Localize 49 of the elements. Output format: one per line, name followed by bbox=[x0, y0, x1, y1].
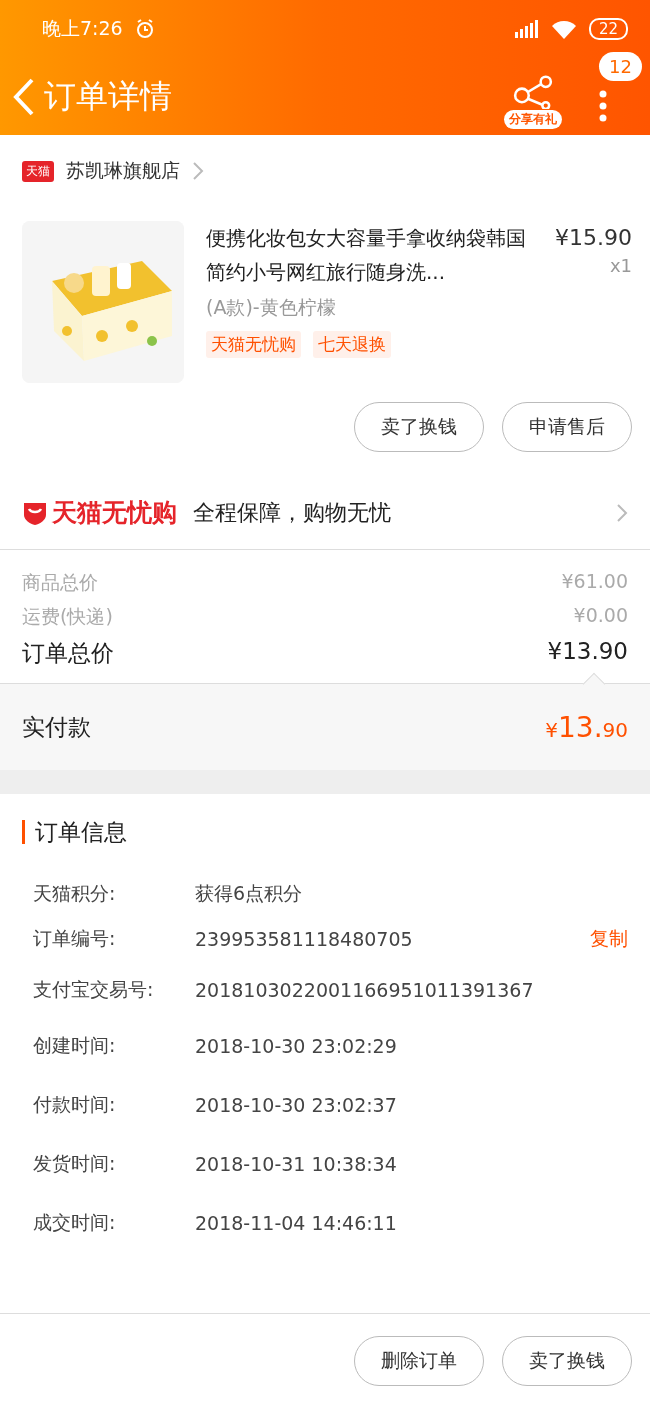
action-button[interactable]: 申请售后 bbox=[502, 402, 632, 452]
guarantee-brand: 天猫无忧购 bbox=[52, 497, 177, 529]
notification-badge: 12 bbox=[599, 52, 642, 81]
product-price: ¥15.90 bbox=[555, 224, 632, 252]
action-button[interactable]: 卖了换钱 bbox=[354, 402, 484, 452]
price-label: 商品总价 bbox=[22, 570, 98, 595]
product-title[interactable]: 便携化妆包女大容量手拿收纳袋韩国简约小号网红旅行随身洗... bbox=[206, 221, 545, 289]
section-title: 订单信息 bbox=[22, 820, 628, 844]
more-icon[interactable] bbox=[598, 88, 608, 123]
info-value: 2018-10-30 23:02:29 bbox=[195, 1034, 398, 1057]
info-label: 成交时间: bbox=[33, 1209, 117, 1235]
price-value: ¥0.00 bbox=[573, 604, 628, 628]
paid-label: 实付款 bbox=[22, 712, 91, 742]
price-value: ¥61.00 bbox=[561, 570, 628, 594]
price-label: 运费(快递) bbox=[22, 604, 113, 629]
back-icon[interactable] bbox=[12, 76, 36, 117]
info-label: 付款时间: bbox=[33, 1091, 117, 1117]
chevron-right-icon[interactable] bbox=[192, 161, 204, 181]
page-title: 订单详情 bbox=[44, 75, 172, 117]
wifi-icon bbox=[550, 19, 577, 39]
info-value: 2018-11-04 14:46:11 bbox=[195, 1211, 398, 1234]
chevron-right-icon[interactable] bbox=[616, 502, 628, 523]
product-sku: (A款)-黄色柠檬 bbox=[206, 295, 337, 320]
paid-amount: ¥13.90 bbox=[545, 710, 628, 744]
alarm-icon bbox=[134, 19, 155, 39]
product-quantity: x1 bbox=[609, 255, 632, 276]
price-value: ¥13.90 bbox=[547, 638, 628, 666]
status-time: 晚上7:26 bbox=[42, 16, 123, 41]
info-label: 发货时间: bbox=[33, 1150, 117, 1176]
info-label: 订单编号: bbox=[33, 926, 117, 951]
info-value: 2018103022001166951011391367 bbox=[195, 979, 535, 1001]
info-value: 获得6点积分 bbox=[195, 881, 304, 906]
info-value: 2018-10-31 10:38:34 bbox=[195, 1152, 398, 1175]
action-button[interactable]: 删除订单 bbox=[354, 1336, 484, 1386]
store-logo: 天猫 bbox=[22, 160, 54, 182]
guarantee-text[interactable]: 全程保障，购物无忧 bbox=[193, 497, 600, 528]
share-icon[interactable] bbox=[511, 74, 555, 109]
info-label: 创建时间: bbox=[33, 1032, 117, 1058]
info-value: 2018-10-30 23:02:37 bbox=[195, 1093, 398, 1116]
info-value: 239953581118480705 bbox=[195, 928, 414, 950]
info-label: 支付宝交易号: bbox=[33, 977, 155, 1002]
action-button[interactable]: 卖了换钱 bbox=[502, 1336, 632, 1386]
price-label: 订单总价 bbox=[22, 639, 114, 668]
battery-indicator: 22 bbox=[588, 18, 628, 40]
signal-icon bbox=[514, 20, 539, 38]
service-tag: 天猫无忧购 bbox=[206, 331, 301, 358]
info-label: 天猫积分: bbox=[33, 881, 117, 906]
service-tag: 七天退换 bbox=[313, 331, 391, 358]
store-name[interactable]: 苏凯琳旗舰店 bbox=[66, 158, 180, 184]
